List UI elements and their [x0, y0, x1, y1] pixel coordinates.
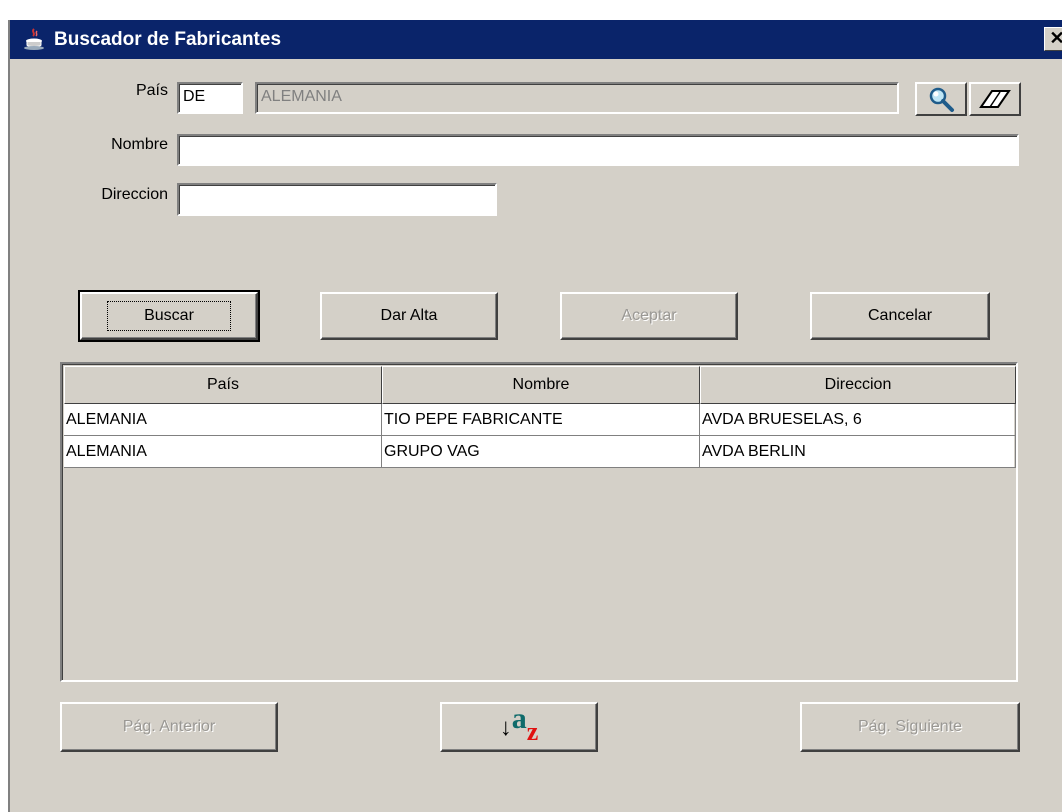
buscar-button-label: Buscar [107, 301, 231, 331]
direccion-label: Direccion [101, 186, 168, 203]
cell-pais[interactable]: ALEMANIA [64, 404, 382, 436]
table-row[interactable]: ALEMANIA TIO PEPE FABRICANTE AVDA BRUESE… [64, 404, 1016, 436]
title-bar[interactable]: Buscador de Fabricantes ✕ [10, 20, 1062, 59]
clear-country-button[interactable] [969, 82, 1021, 116]
cell-direccion[interactable]: AVDA BRUESELAS, 6 [700, 404, 1016, 436]
java-icon [24, 28, 44, 50]
sort-a-letter: a [511, 702, 527, 735]
cancelar-button[interactable]: Cancelar [810, 292, 990, 340]
cell-nombre[interactable]: TIO PEPE FABRICANTE [382, 404, 700, 436]
cell-nombre[interactable]: GRUPO VAG [382, 436, 700, 468]
nombre-label: Nombre [111, 136, 168, 153]
eraser-icon [979, 90, 1011, 108]
sort-button[interactable]: ↓ a z [440, 702, 598, 752]
search-icon [929, 87, 954, 112]
pais-label: País [135, 82, 168, 99]
sort-arrow: ↓ [499, 715, 512, 741]
cell-direccion[interactable]: AVDA BERLIN [700, 436, 1016, 468]
direccion-field[interactable] [177, 183, 497, 216]
cell-pais[interactable]: ALEMANIA [64, 436, 382, 468]
close-button[interactable]: ✕ [1044, 27, 1062, 51]
aceptar-button[interactable]: Aceptar [560, 292, 738, 340]
pag-anterior-button[interactable]: Pág. Anterior [60, 702, 278, 752]
column-header-pais[interactable]: País [64, 366, 382, 404]
results-table[interactable]: País Nombre Direccion ALEMANIA TIO PEPE … [60, 362, 1018, 682]
window-title: Buscador de Fabricantes [54, 29, 282, 50]
table-row[interactable]: ALEMANIA GRUPO VAG AVDA BERLIN [64, 436, 1016, 468]
sort-z-letter: z [526, 717, 539, 746]
nombre-field[interactable] [177, 134, 1019, 166]
pais-name-field: ALEMANIA [255, 82, 899, 114]
pag-siguiente-button[interactable]: Pág. Siguiente [800, 702, 1020, 752]
buscar-button[interactable]: Buscar [78, 290, 260, 342]
sort-az-icon: ↓ a z [499, 704, 539, 745]
dar-alta-button[interactable]: Dar Alta [320, 292, 498, 340]
column-header-nombre[interactable]: Nombre [382, 366, 700, 404]
column-header-direccion[interactable]: Direccion [700, 366, 1016, 404]
search-country-button[interactable] [915, 82, 967, 116]
pais-code-field[interactable]: DE [177, 82, 243, 114]
